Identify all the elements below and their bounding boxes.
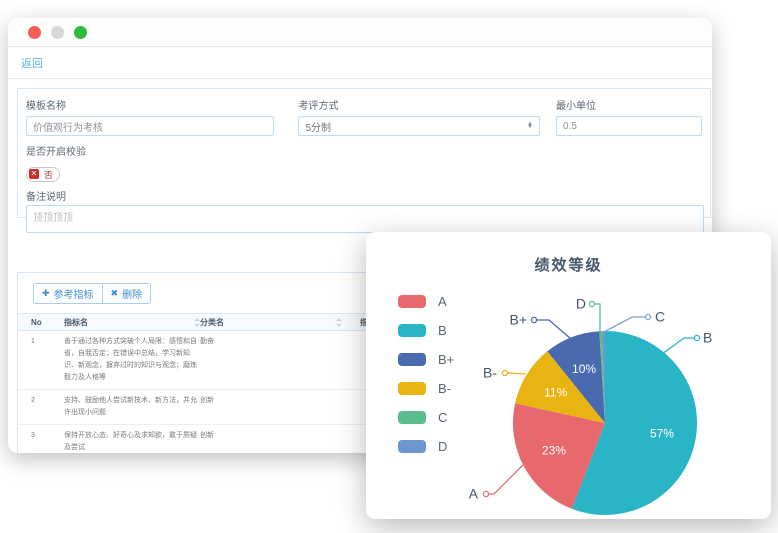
callout-dot-icon bbox=[483, 491, 488, 496]
toggle-x-icon: ✕ bbox=[29, 169, 39, 179]
add-indicator-button[interactable]: ✚ 参考指标 bbox=[33, 283, 103, 304]
toggle-state-text: 否 bbox=[44, 168, 53, 181]
select-stepper-icon: ▲▼ bbox=[527, 123, 533, 129]
validation-toggle[interactable]: ✕ 否 bbox=[26, 167, 60, 182]
row-no: 3 bbox=[18, 425, 64, 453]
col-indicator-header[interactable]: 指标名 bbox=[64, 317, 200, 328]
pie-percent-label: 23% bbox=[542, 443, 566, 457]
pie-outer-label: A bbox=[469, 486, 479, 502]
delete-button[interactable]: ✖ 删除 bbox=[103, 283, 152, 304]
screenshot-stage: 返回 模板名称 考评方式 5分制 ▲▼ bbox=[0, 0, 778, 533]
back-link[interactable]: 返回 bbox=[21, 55, 43, 71]
pie-outer-label: D bbox=[576, 296, 586, 312]
pie-chart: 57% 23% 11% 10% B C D B+ B- A bbox=[366, 232, 771, 519]
pie-outer-label: C bbox=[655, 309, 665, 325]
row-no: 1 bbox=[18, 331, 64, 389]
min-unit-label: 最小单位 bbox=[556, 97, 702, 112]
form-panel: 模板名称 考评方式 5分制 ▲▼ 最小单位 bbox=[17, 88, 711, 218]
row-no: 2 bbox=[18, 390, 64, 424]
callout-line bbox=[595, 304, 600, 332]
method-label: 考评方式 bbox=[298, 97, 540, 112]
callout-line bbox=[662, 338, 694, 354]
performance-modal: 绩效等级 ABB+B-CD 57%23%11%10%BCDB+B-A bbox=[366, 232, 771, 519]
plus-icon: ✚ bbox=[42, 288, 50, 299]
row-indicator: 保持开放心态、好奇心及求知欲，敢于质疑及尝试 bbox=[64, 425, 200, 453]
x-icon: ✖ bbox=[111, 288, 119, 299]
table-toolbar: ✚ 参考指标 ✖ 删除 bbox=[33, 283, 151, 304]
col-category-header[interactable]: 分类名 bbox=[200, 317, 346, 328]
row-indicator: 善于通过各种方式突破个人局限：感悟和自省，自我否定；在错误中总结，学习新知识、新… bbox=[64, 331, 200, 389]
callout-dot-icon bbox=[531, 317, 536, 322]
template-name-input[interactable] bbox=[26, 116, 274, 136]
callout-dot-icon bbox=[502, 370, 507, 375]
pie-outer-label: B- bbox=[483, 365, 497, 381]
pie-percent-label: 11% bbox=[544, 385, 567, 399]
col-no-header[interactable]: No bbox=[18, 318, 64, 327]
pie-outer-label: B bbox=[703, 330, 712, 346]
callout-dot-icon bbox=[694, 335, 699, 340]
sort-icon[interactable] bbox=[336, 318, 342, 327]
template-name-label: 模板名称 bbox=[26, 97, 274, 112]
callout-line bbox=[489, 465, 523, 494]
sort-icon[interactable] bbox=[194, 318, 200, 327]
callout-line bbox=[537, 320, 571, 339]
callout-dot-icon bbox=[645, 314, 650, 319]
min-unit-input[interactable] bbox=[556, 116, 702, 136]
pie-percent-label: 57% bbox=[650, 427, 674, 441]
remark-label: 备注说明 bbox=[26, 192, 66, 203]
pie-percent-label: 10% bbox=[572, 362, 596, 376]
back-row: 返回 bbox=[8, 47, 712, 79]
callout-line bbox=[604, 317, 645, 332]
callout-dot-icon bbox=[589, 301, 594, 306]
close-traffic-light-icon[interactable] bbox=[28, 26, 41, 39]
row-indicator: 支持、鼓励他人尝试新技术、新方法，并允许出现小问题 bbox=[64, 390, 200, 424]
remark-textarea[interactable]: 顶顶顶顶 bbox=[26, 205, 704, 233]
callout-line bbox=[508, 373, 526, 374]
row-category: 创新 bbox=[200, 390, 346, 424]
row-category: 勤奋 bbox=[200, 331, 346, 389]
maximize-traffic-light-icon[interactable] bbox=[74, 26, 87, 39]
minimize-traffic-light-icon[interactable] bbox=[51, 26, 64, 39]
row-category: 创新 bbox=[200, 425, 346, 453]
method-select[interactable]: 5分制 ▲▼ bbox=[298, 116, 540, 136]
pie-outer-label: B+ bbox=[509, 312, 527, 328]
window-titlebar bbox=[8, 18, 712, 47]
method-select-value: 5分制 bbox=[305, 119, 331, 134]
validation-label: 是否开启校验 bbox=[26, 147, 86, 158]
